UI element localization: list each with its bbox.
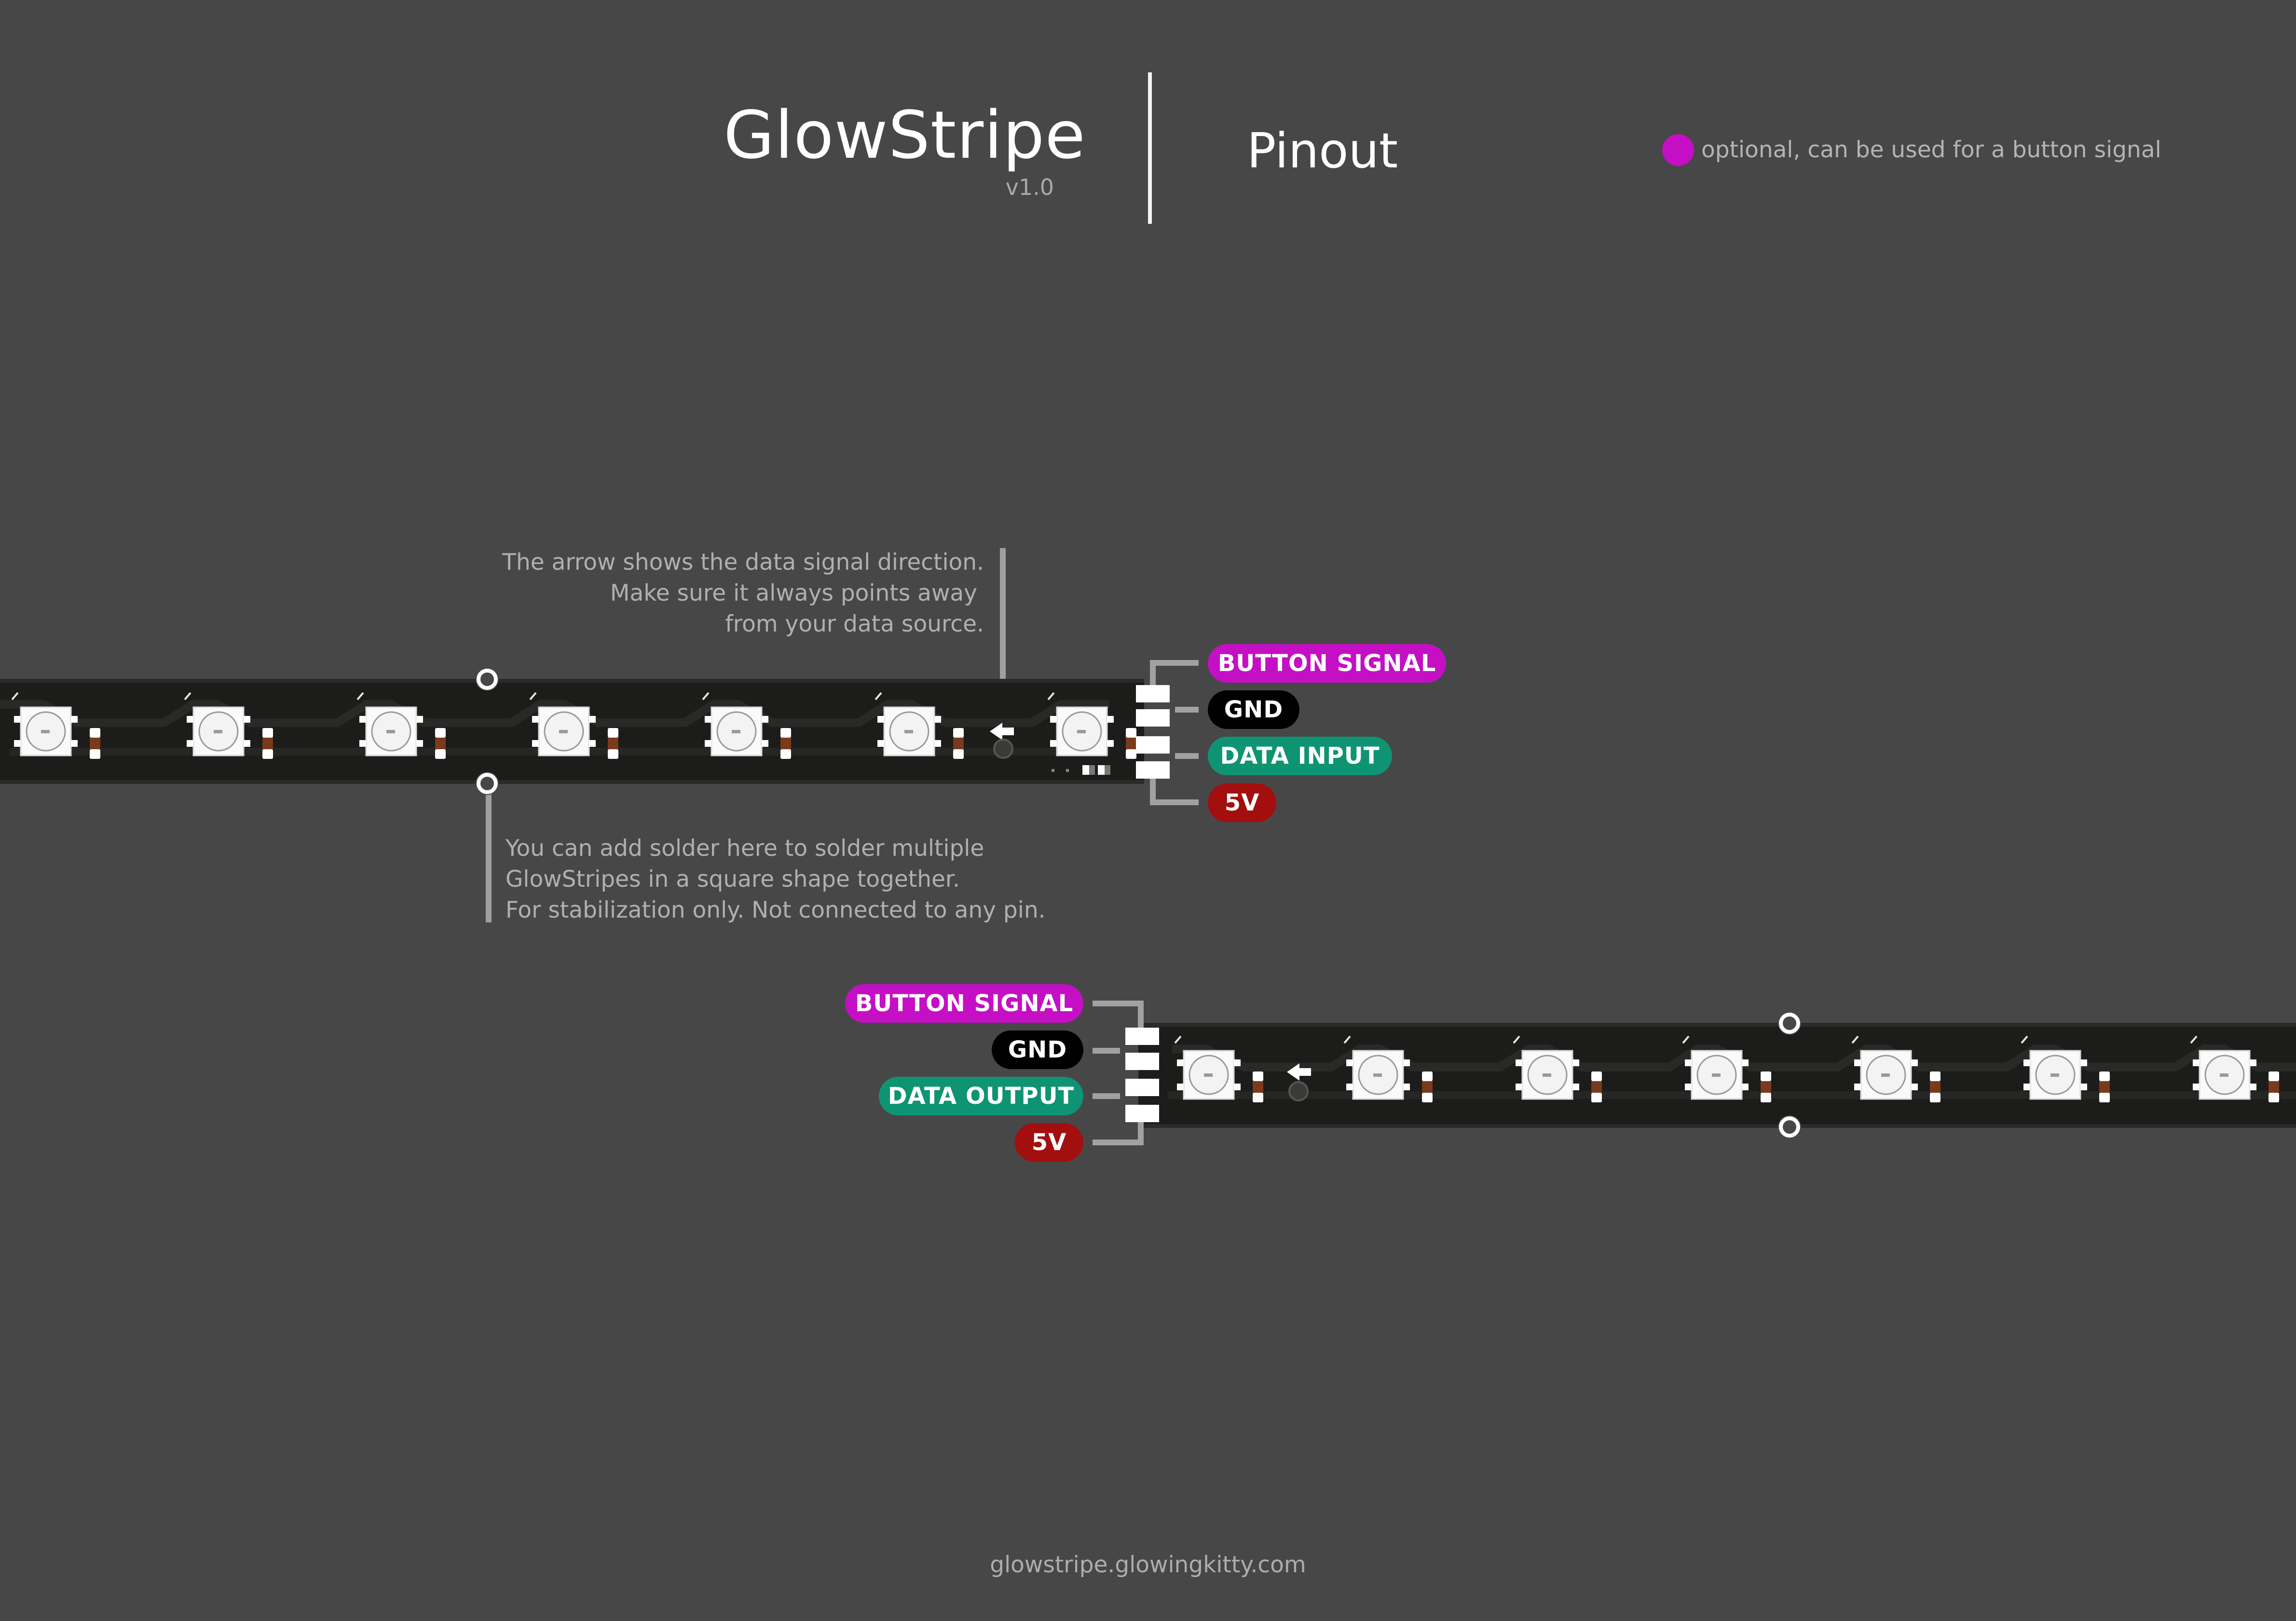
pinout-diagram: GlowStripe v1.0 Pinout optional, can be …: [0, 0, 2296, 1621]
pin-label-gnd: GND: [992, 1030, 1083, 1069]
via: [993, 739, 1013, 759]
pin-label-5v: 5V: [1208, 783, 1276, 822]
stabilization-hole-bottom: [1778, 1115, 1801, 1139]
pin-label-5v: 5V: [1015, 1123, 1083, 1162]
stabilization-hole-bottom: [476, 772, 499, 795]
footer-url[interactable]: glowstripe.glowingkitty.com: [0, 1551, 2296, 1580]
pin-label-button-signal: BUTTON SIGNAL: [1208, 644, 1446, 683]
pin-label-data-output: DATA OUTPUT: [879, 1077, 1083, 1115]
pin-label-data-input: DATA INPUT: [1208, 737, 1392, 775]
pin-label-button-signal: BUTTON SIGNAL: [845, 984, 1083, 1023]
stabilization-hole-top: [1778, 1012, 1801, 1035]
pin-label-gnd: GND: [1208, 690, 1299, 729]
strip-top: [0, 660, 1199, 805]
via: [1288, 1081, 1309, 1101]
strip-bottom: [1093, 1001, 2296, 1145]
stabilization-hole-top: [476, 668, 499, 691]
pin-leader-lines-top: [1150, 660, 1199, 805]
pcb-drawing: [0, 660, 2296, 1145]
